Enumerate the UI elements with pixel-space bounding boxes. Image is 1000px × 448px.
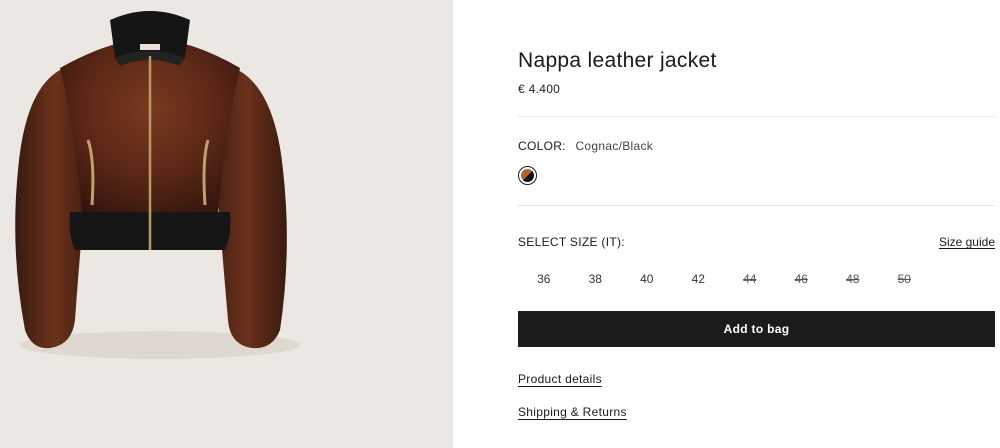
size-option-44[interactable]: 44: [724, 264, 776, 294]
color-selection-label: COLOR: Cognac/Black: [518, 139, 653, 153]
shipping-returns-link[interactable]: Shipping & Returns: [518, 405, 627, 419]
color-value: Cognac/Black: [575, 139, 654, 153]
divider: [518, 116, 995, 117]
swatch-fill: [521, 169, 534, 182]
product-details-link[interactable]: Product details: [518, 372, 602, 386]
add-to-bag-button[interactable]: Add to bag: [518, 311, 995, 347]
size-option-46[interactable]: 46: [776, 264, 828, 294]
size-select-label: SELECT SIZE (IT):: [518, 235, 625, 249]
size-option-36[interactable]: 36: [518, 264, 570, 294]
product-price: € 4.400: [518, 82, 561, 96]
color-label: COLOR:: [518, 139, 566, 153]
size-option-42[interactable]: 42: [673, 264, 725, 294]
product-image-jacket[interactable]: [0, 0, 453, 448]
size-option-38[interactable]: 38: [570, 264, 622, 294]
size-guide-link[interactable]: Size guide: [939, 235, 995, 249]
product-title: Nappa leather jacket: [518, 49, 717, 72]
size-options: 36 38 40 42 44 46 48 50: [518, 264, 930, 294]
size-option-40[interactable]: 40: [621, 264, 673, 294]
product-image-gallery[interactable]: [0, 0, 453, 448]
divider: [518, 205, 995, 206]
size-option-48[interactable]: 48: [827, 264, 879, 294]
product-info-panel: Nappa leather jacket € 4.400 COLOR: Cogn…: [518, 0, 995, 448]
color-swatch-cognac-black[interactable]: [518, 166, 537, 185]
size-option-50[interactable]: 50: [879, 264, 931, 294]
